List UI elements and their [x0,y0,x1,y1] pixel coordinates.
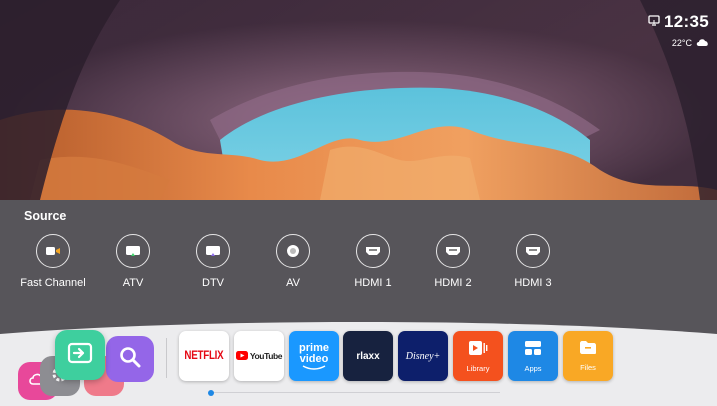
status-bar: 12:35 22°C [648,12,709,48]
app-label: Library [466,363,490,373]
rlaxx-logo: rlaxx [356,350,380,362]
source-label: HDMI 2 [434,277,472,289]
source-item-av[interactable]: AV [253,234,333,289]
app-label: Apps [524,363,542,373]
source-title: Source [24,209,67,223]
app-files[interactable]: Files [563,331,613,381]
app-dock: NETFLIX YouTube prime video rlaxx Disney… [0,316,717,406]
dock-scrollbar-track [210,392,500,393]
app-label: Files [580,363,596,372]
library-icon [468,340,488,361]
youtube-logo: YouTube [249,351,283,361]
apps-grid-icon [524,340,542,361]
source-label: AV [286,277,300,289]
source-label: HDMI 1 [354,277,392,289]
tv-cast-icon [648,13,660,31]
cloud-icon [696,38,709,48]
video-camera-icon [36,234,70,268]
source-item-hdmi-3[interactable]: HDMI 3 [493,234,573,289]
source-label: DTV [202,277,224,289]
folder-icon [579,340,597,360]
netflix-logo: NETFLIX [184,350,224,362]
hdmi-port-icon [356,234,390,268]
disney-plus-logo: Disney+ [405,350,441,362]
app-rlaxx[interactable]: rlaxx [343,331,393,381]
prime-smile-icon [302,364,326,370]
dock-divider [166,338,167,378]
search-button[interactable] [106,336,154,382]
source-item-dtv[interactable]: DTV [173,234,253,289]
app-netflix[interactable]: NETFLIX [179,331,229,381]
clock-time: 12:35 [664,12,709,31]
antenna-tv-icon [116,234,150,268]
digital-tv-icon [196,234,230,268]
app-library[interactable]: Library [453,331,503,381]
source-item-fast-channel[interactable]: Fast Channel [13,234,93,289]
app-apps[interactable]: Apps [508,331,558,381]
app-youtube[interactable]: YouTube [234,331,284,381]
input-source-icon [67,342,93,369]
input-source-button[interactable] [55,330,105,380]
source-item-atv[interactable]: ATV [93,234,173,289]
prime-video-logo: prime video [299,341,329,365]
search-icon [118,345,142,374]
app-disney-plus[interactable]: Disney+ [398,331,448,381]
source-label: Fast Channel [20,277,86,289]
temperature: 22°C [671,38,692,48]
dock-scroll-indicator[interactable] [208,390,214,396]
source-label: ATV [122,277,144,289]
app-prime-video[interactable]: prime video [289,331,339,381]
hdmi-port-icon [516,234,550,268]
source-label: HDMI 3 [514,277,552,289]
youtube-play-icon [235,347,248,365]
source-item-hdmi-2[interactable]: HDMI 2 [413,234,493,289]
hdmi-port-icon [436,234,470,268]
source-item-hdmi-1[interactable]: HDMI 1 [333,234,413,289]
av-circle-icon [276,234,310,268]
